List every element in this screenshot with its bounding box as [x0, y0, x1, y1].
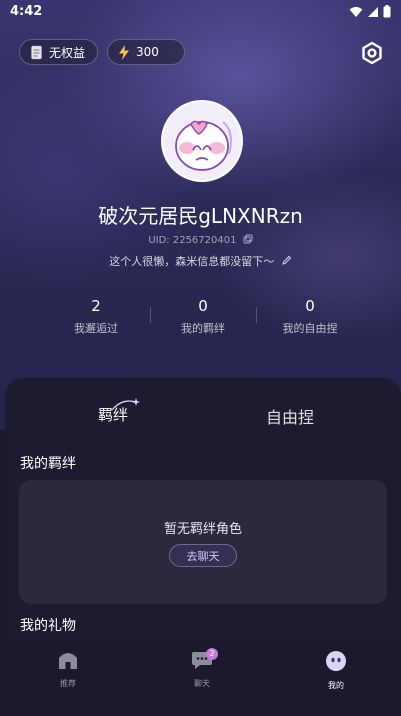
profile-face-icon	[326, 651, 346, 671]
benefits-label: 无权益	[49, 45, 86, 60]
stat-label: 我的自由捏	[282, 322, 338, 335]
nav-label: 聊天	[194, 679, 210, 688]
energy-button[interactable]: 300	[107, 39, 185, 65]
uid-text: UID: 2256720401	[148, 235, 237, 246]
signal-icon	[368, 6, 378, 17]
stat-label: 我的羁绊	[181, 322, 225, 335]
stat-bonds[interactable]: 0 我的羁绊	[143, 297, 263, 336]
status-icons	[349, 5, 391, 18]
bonds-section-title: 我的羁绊	[20, 456, 76, 472]
bonds-empty-card: 暂无羁绊角色 去聊天	[19, 480, 387, 604]
gifts-section-title: 我的礼物	[20, 618, 76, 634]
stat-encountered[interactable]: 2 我邂逅过	[36, 297, 156, 336]
bottom-nav: 推荐 2 聊天 我的	[0, 640, 401, 716]
home-icon	[59, 653, 77, 669]
nav-item-mine[interactable]: 我的	[301, 650, 371, 691]
chat-unread-badge: 2	[206, 648, 218, 660]
username: 破次元居民gLNXNRzn	[98, 204, 303, 228]
stats-row: 2 我邂逅过 0 我的羁绊 0 我的自由捏	[0, 297, 401, 341]
settings-hex-icon[interactable]	[360, 41, 384, 65]
energy-value: 300	[136, 45, 159, 59]
tab-label: 自由捏	[266, 408, 315, 427]
nav-label: 推荐	[60, 679, 76, 688]
go-chat-button[interactable]: 去聊天	[169, 544, 237, 567]
sparkle-arc-icon	[111, 398, 140, 411]
avatar[interactable]	[161, 100, 243, 182]
nav-item-recommend[interactable]: 推荐	[33, 650, 103, 689]
stat-free-pinch[interactable]: 0 我的自由捏	[250, 297, 370, 336]
nav-label: 我的	[328, 681, 344, 690]
avatar-image	[175, 120, 232, 171]
tab-bonds[interactable]: 羁绊	[98, 398, 140, 425]
lightning-icon	[119, 44, 129, 60]
stat-value: 0	[198, 297, 208, 315]
bio-text: 这个人很懒，森米信息都没留下～	[109, 255, 275, 268]
status-time: 4:42	[10, 4, 43, 19]
wifi-icon	[349, 6, 363, 17]
bio-row: 这个人很懒，森米信息都没留下～	[0, 253, 401, 269]
stat-value: 0	[305, 297, 315, 315]
benefits-button[interactable]: 无权益	[19, 39, 98, 65]
stat-value: 2	[91, 297, 101, 315]
nav-item-chat[interactable]: 2 聊天	[167, 648, 237, 689]
copy-icon[interactable]	[243, 234, 253, 244]
battery-icon	[383, 5, 391, 18]
uid-row: UID: 2256720401	[0, 234, 401, 246]
scroll-icon	[31, 45, 42, 59]
status-bar: 4:42	[0, 0, 401, 24]
edit-pencil-icon[interactable]	[281, 255, 292, 266]
empty-state-text: 暂无羁绊角色	[163, 522, 242, 537]
stat-label: 我邂逅过	[74, 322, 118, 335]
tab-free-pinch[interactable]: 自由捏	[266, 404, 314, 428]
